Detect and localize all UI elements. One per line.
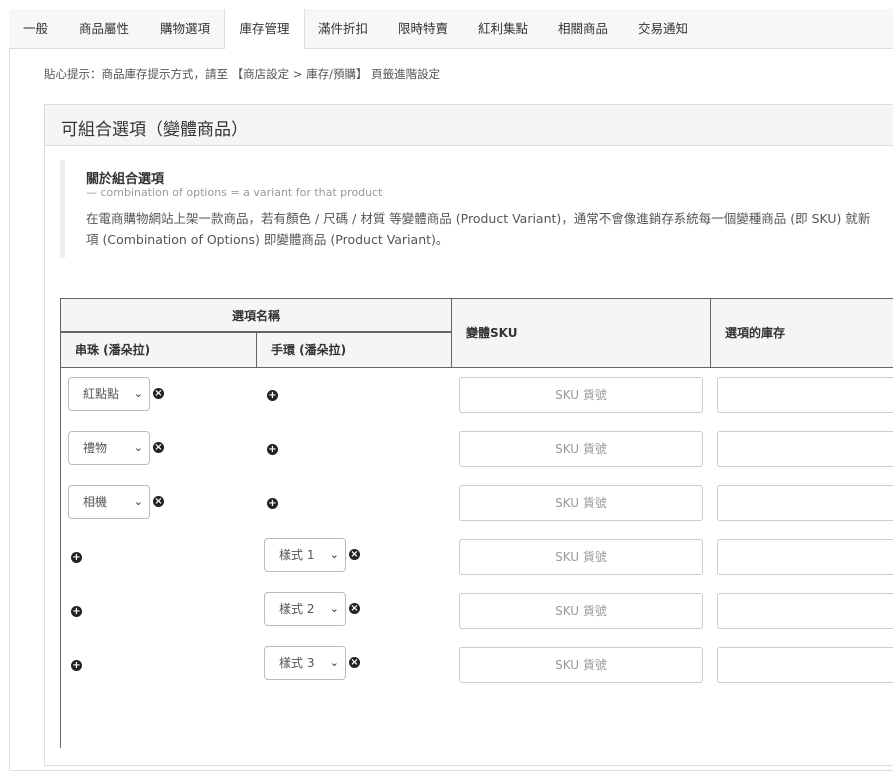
beads-select-value: 相機 bbox=[83, 495, 108, 509]
info-note: 關於組合選項 — combination of options = a vari… bbox=[60, 160, 893, 258]
panel-title: 可組合選項（變體商品） bbox=[61, 120, 248, 140]
x-circle-icon[interactable]: × bbox=[153, 388, 164, 399]
option-name-group-header: 選項名稱 bbox=[60, 298, 452, 332]
variant-sku-input[interactable]: SKU 貨號 bbox=[459, 647, 703, 683]
tab-attributes[interactable]: 商品屬性 bbox=[63, 9, 145, 48]
plus-circle-icon[interactable]: + bbox=[71, 606, 82, 617]
table-left-border bbox=[60, 368, 61, 748]
bracelet-select-value: 樣式 2 bbox=[279, 602, 315, 616]
chevron-down-icon: ⌄ bbox=[329, 602, 339, 615]
option-stock-input[interactable] bbox=[717, 539, 893, 575]
plus-circle-icon[interactable]: + bbox=[71, 552, 82, 563]
chevron-down-icon: ⌄ bbox=[133, 441, 143, 454]
tab-reward-points[interactable]: 紅利集點 bbox=[463, 9, 543, 48]
sku-placeholder: SKU 貨號 bbox=[555, 388, 607, 402]
variant-sku-input[interactable]: SKU 貨號 bbox=[459, 593, 703, 629]
option-stock-input[interactable] bbox=[717, 431, 893, 467]
tab-quantity-discount[interactable]: 滿件折扣 bbox=[303, 9, 383, 48]
x-circle-icon[interactable]: × bbox=[153, 496, 164, 507]
bracelet-select-value: 樣式 1 bbox=[279, 548, 315, 562]
beads-select[interactable]: 相機 ⌄ bbox=[68, 485, 150, 519]
variant-sku-input[interactable]: SKU 貨號 bbox=[459, 377, 703, 413]
option-stock-input[interactable] bbox=[717, 593, 893, 629]
hint-text: 貼心提示：商品庫存提示方式，請至 【商店設定 > 庫存/預購】 頁籤進階設定 bbox=[44, 67, 441, 81]
x-circle-icon[interactable]: × bbox=[349, 657, 360, 668]
panel-header: 可組合選項（變體商品） bbox=[45, 105, 893, 146]
tab-shopping-options[interactable]: 購物選項 bbox=[145, 9, 225, 48]
beads-select-value: 紅點點 bbox=[83, 387, 120, 401]
bracelet-select[interactable]: 樣式 2 ⌄ bbox=[264, 592, 346, 626]
col-header-bracelet: 手環 (潘朵拉) bbox=[256, 332, 452, 368]
x-circle-icon[interactable]: × bbox=[153, 442, 164, 453]
option-stock-input[interactable] bbox=[717, 647, 893, 683]
sku-placeholder: SKU 貨號 bbox=[555, 604, 607, 618]
chevron-down-icon: ⌄ bbox=[133, 495, 143, 508]
tab-bar: 一般 商品屬性 購物選項 庫存管理 滿件折扣 限時特賣 紅利集點 相關商品 交易… bbox=[9, 9, 893, 49]
tab-notifications[interactable]: 交易通知 bbox=[623, 9, 703, 48]
option-stock-input[interactable] bbox=[717, 485, 893, 521]
note-subtitle: — combination of options = a variant for… bbox=[86, 186, 383, 199]
variant-sku-input[interactable]: SKU 貨號 bbox=[459, 539, 703, 575]
note-title: 關於組合選項 bbox=[86, 172, 165, 187]
bracelet-select-value: 樣式 3 bbox=[279, 656, 315, 670]
tab-general[interactable]: 一般 bbox=[9, 9, 62, 48]
plus-circle-icon[interactable]: + bbox=[267, 498, 278, 509]
variant-sku-input[interactable]: SKU 貨號 bbox=[459, 431, 703, 467]
x-circle-icon[interactable]: × bbox=[349, 603, 360, 614]
plus-circle-icon[interactable]: + bbox=[71, 660, 82, 671]
plus-circle-icon[interactable]: + bbox=[267, 390, 278, 401]
col-header-variant-sku: 變體SKU bbox=[451, 298, 711, 368]
sku-placeholder: SKU 貨號 bbox=[555, 442, 607, 456]
note-line-2: 項 (Combination of Options) 即變體商品 (Produc… bbox=[86, 232, 449, 247]
tab-related-products[interactable]: 相關商品 bbox=[543, 9, 623, 48]
chevron-down-icon: ⌄ bbox=[133, 387, 143, 400]
col-header-beads: 串珠 (潘朵拉) bbox=[60, 332, 257, 368]
plus-circle-icon[interactable]: + bbox=[267, 444, 278, 455]
beads-select[interactable]: 紅點點 ⌄ bbox=[68, 377, 150, 411]
tab-inventory[interactable]: 庫存管理 bbox=[224, 9, 305, 49]
note-body: 在電商購物網站上架一款商品，若有顏色 / 尺碼 / 材質 等變體商品 (Prod… bbox=[86, 208, 893, 250]
tab-flash-sale[interactable]: 限時特賣 bbox=[383, 9, 463, 48]
option-stock-input[interactable] bbox=[717, 377, 893, 413]
chevron-down-icon: ⌄ bbox=[329, 548, 339, 561]
x-circle-icon[interactable]: × bbox=[349, 549, 360, 560]
sku-placeholder: SKU 貨號 bbox=[555, 496, 607, 510]
variant-sku-input[interactable]: SKU 貨號 bbox=[459, 485, 703, 521]
col-header-option-stock: 選項的庫存 bbox=[710, 298, 893, 368]
beads-select[interactable]: 禮物 ⌄ bbox=[68, 431, 150, 465]
sku-placeholder: SKU 貨號 bbox=[555, 658, 607, 672]
chevron-down-icon: ⌄ bbox=[329, 656, 339, 669]
beads-select-value: 禮物 bbox=[83, 441, 108, 455]
bracelet-select[interactable]: 樣式 1 ⌄ bbox=[264, 538, 346, 572]
sku-placeholder: SKU 貨號 bbox=[555, 550, 607, 564]
note-line-1: 在電商購物網站上架一款商品，若有顏色 / 尺碼 / 材質 等變體商品 (Prod… bbox=[86, 211, 871, 226]
bracelet-select[interactable]: 樣式 3 ⌄ bbox=[264, 646, 346, 680]
